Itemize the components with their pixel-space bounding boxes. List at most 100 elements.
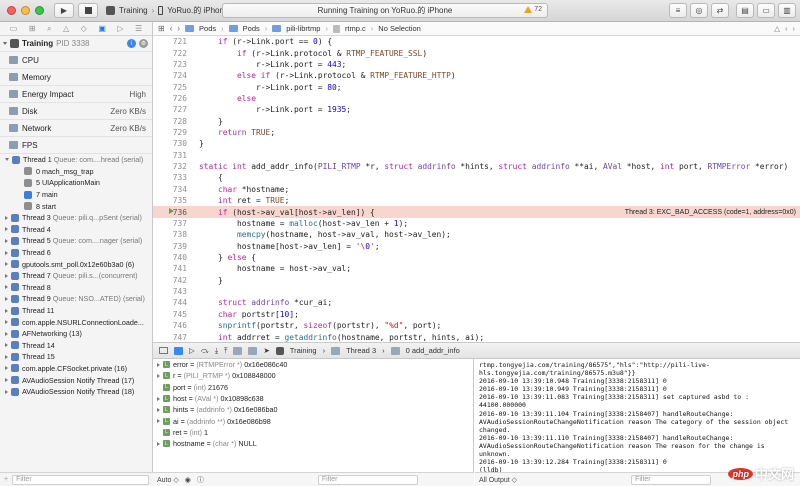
navigator-filter-input[interactable]: Filter [12, 474, 149, 485]
code-line[interactable]: 737 hostname = malloc(host->av_len + 1); [153, 218, 800, 229]
info-icon[interactable]: i [127, 39, 136, 48]
code-area[interactable]: 721 if (r->Link.port == 0) {722 if (r->L… [153, 36, 800, 342]
step-out-icon[interactable]: ⤒ [224, 346, 227, 356]
code-line[interactable]: 728 } [153, 116, 800, 127]
disclosure-closed-icon[interactable] [5, 320, 8, 325]
thread-row[interactable]: Thread 3 Queue: pili.q...pSent (serial) [0, 212, 152, 224]
variable-row[interactable]: Lr = (PILI_RTMP *) 0x108848000 [153, 370, 473, 381]
thread-row[interactable]: AVAudioSession Notify Thread (18) [0, 386, 152, 398]
debug-icon[interactable]: ▣ [98, 24, 106, 33]
code-line[interactable]: 739 hostname[host->av_len] = '\0'; [153, 240, 800, 251]
code-line[interactable]: 729 return TRUE; [153, 127, 800, 138]
stop-button[interactable] [78, 3, 98, 18]
code-line[interactable]: 744 struct addrinfo *cur_ai; [153, 297, 800, 308]
debug-crumb[interactable]: 0 add_addr_info [406, 346, 460, 355]
test-icon[interactable]: ◇ [81, 24, 87, 33]
variable-row[interactable]: Lhost = (AVal *) 0x10898c638 [153, 393, 473, 404]
code-line[interactable]: 723 r->Link.port = 443; [153, 59, 800, 70]
code-line[interactable]: 724 else if (r->Link.protocol & RTMP_FEA… [153, 70, 800, 81]
folder-icon[interactable]: ▭ [10, 24, 18, 33]
code-line[interactable]: 721 if (r->Link.port == 0) { [153, 36, 800, 47]
code-line[interactable]: 734 char *hostname; [153, 184, 800, 195]
code-line[interactable]: 735 int ret = TRUE; [153, 195, 800, 206]
code-line[interactable]: 727 r->Link.port = 1935; [153, 104, 800, 115]
disclosure-closed-icon[interactable] [5, 250, 8, 255]
jump-item[interactable]: Pods [243, 24, 260, 33]
disclosure-closed-icon[interactable] [157, 373, 160, 378]
disclosure-closed-icon[interactable] [157, 407, 160, 412]
info-icon[interactable]: ⓘ [197, 475, 204, 485]
thread-row[interactable]: AFNetworking (13) [0, 328, 152, 340]
line-number[interactable]: 723 [153, 60, 193, 69]
chevron-left-icon[interactable]: ‹ [785, 24, 788, 33]
disclosure-closed-icon[interactable] [5, 273, 8, 278]
console-output[interactable]: rtmp.tongyejia.com/training/86575","hls"… [475, 359, 800, 472]
line-number[interactable]: 743 [153, 287, 193, 296]
thread-row[interactable]: Thread 14 [0, 340, 152, 352]
code-line[interactable]: 742 } [153, 275, 800, 286]
toggle-navigator-button[interactable]: ▤ [736, 3, 754, 18]
console-output-select[interactable]: All Output ◇ [479, 476, 517, 484]
code-line[interactable]: 726 else [153, 93, 800, 104]
line-number[interactable]: 735 [153, 196, 193, 205]
code-line[interactable]: 746 snprintf(portstr, sizeof(portstr), "… [153, 320, 800, 331]
back-arrow-icon[interactable]: ‹ [170, 24, 173, 33]
disclosure-closed-icon[interactable] [5, 285, 8, 290]
scheme-selector[interactable]: Training › YoRuo.的 iPhone [106, 5, 228, 16]
code-line[interactable]: 733 { [153, 172, 800, 183]
continue-icon[interactable]: ▷ [189, 346, 195, 355]
disclosure-closed-icon[interactable] [5, 227, 8, 232]
breakpoint-icon[interactable]: ▷ [117, 24, 123, 33]
code-line[interactable]: 740 } else { [153, 252, 800, 263]
variables-filter-input[interactable]: Filter [317, 474, 418, 485]
thread-row[interactable]: Thread 15 [0, 351, 152, 363]
line-number[interactable]: 737 [153, 219, 193, 228]
line-number[interactable]: 744 [153, 298, 193, 307]
gauge-memory[interactable]: Memory [0, 69, 152, 86]
line-number[interactable]: 731 [153, 151, 193, 160]
line-number[interactable]: 746 [153, 321, 193, 330]
zoom-window-button[interactable] [35, 6, 44, 15]
minimize-window-button[interactable] [21, 6, 30, 15]
process-row[interactable]: Training PID 3338 i ⚙ [0, 36, 152, 52]
code-line[interactable]: 730} [153, 138, 800, 149]
disclosure-closed-icon[interactable] [5, 262, 8, 267]
variable-row[interactable]: Lret = (int) 1 [153, 427, 473, 438]
disclosure-closed-icon[interactable] [157, 362, 160, 367]
disclosure-closed-icon[interactable] [5, 389, 8, 394]
thread-row[interactable]: Thread 1 Queue: com....hread (serial) [0, 154, 152, 166]
variable-row[interactable]: Lhints = (addrinfo *) 0x16e086ba0 [153, 404, 473, 415]
thread-row[interactable]: gputools.smt_poll.0x12e60b3a0 (6) [0, 258, 152, 270]
stack-frame[interactable]: 7 main [0, 189, 152, 201]
related-items-icon[interactable]: ⊞ [158, 24, 165, 33]
disclosure-closed-icon[interactable] [5, 331, 8, 336]
disclosure-closed-icon[interactable] [5, 308, 8, 313]
debug-crumb[interactable]: Thread 3 [346, 346, 376, 355]
line-number[interactable]: 726 [153, 94, 193, 103]
memory-graph-icon[interactable] [248, 346, 258, 355]
stack-frame[interactable]: 8 start [0, 200, 152, 212]
toggle-utilities-button[interactable]: ▥ [778, 3, 796, 18]
thread-row[interactable]: Thread 11 [0, 305, 152, 317]
thread-row[interactable]: Thread 5 Queue: com....nager (serial) [0, 235, 152, 247]
line-number[interactable]: 728 [153, 117, 193, 126]
jump-item[interactable]: rtmp.c [345, 24, 366, 33]
report-icon[interactable]: ☰ [135, 24, 142, 33]
line-number[interactable]: 739 [153, 242, 193, 251]
thread-row[interactable]: Thread 6 [0, 247, 152, 259]
disclosure-closed-icon[interactable] [157, 441, 160, 446]
thread-row[interactable]: com.apple.NSURLConnectionLoade... [0, 316, 152, 328]
console-filter-input[interactable]: Filter [631, 474, 712, 485]
line-number[interactable]: 738 [153, 230, 193, 239]
line-number[interactable]: 724 [153, 71, 193, 80]
line-number[interactable]: 727 [153, 105, 193, 114]
eye-icon[interactable]: ◉ [185, 476, 191, 484]
variable-row[interactable]: Lerror = (RTMPError *) 0x16e086c40 [153, 359, 473, 370]
disclosure-closed-icon[interactable] [5, 378, 8, 383]
step-over-icon[interactable]: ⤼ [201, 346, 209, 356]
code-line[interactable]: 732 static int add_addr_info(PILI_RTMP *r… [153, 161, 800, 172]
code-line[interactable]: 741 hostname = host->av_val; [153, 263, 800, 274]
variable-row[interactable]: Lport = (int) 21676 [153, 382, 473, 393]
line-number[interactable]: 730 [153, 139, 193, 148]
version-editor-button[interactable]: ⇄ [711, 3, 729, 18]
